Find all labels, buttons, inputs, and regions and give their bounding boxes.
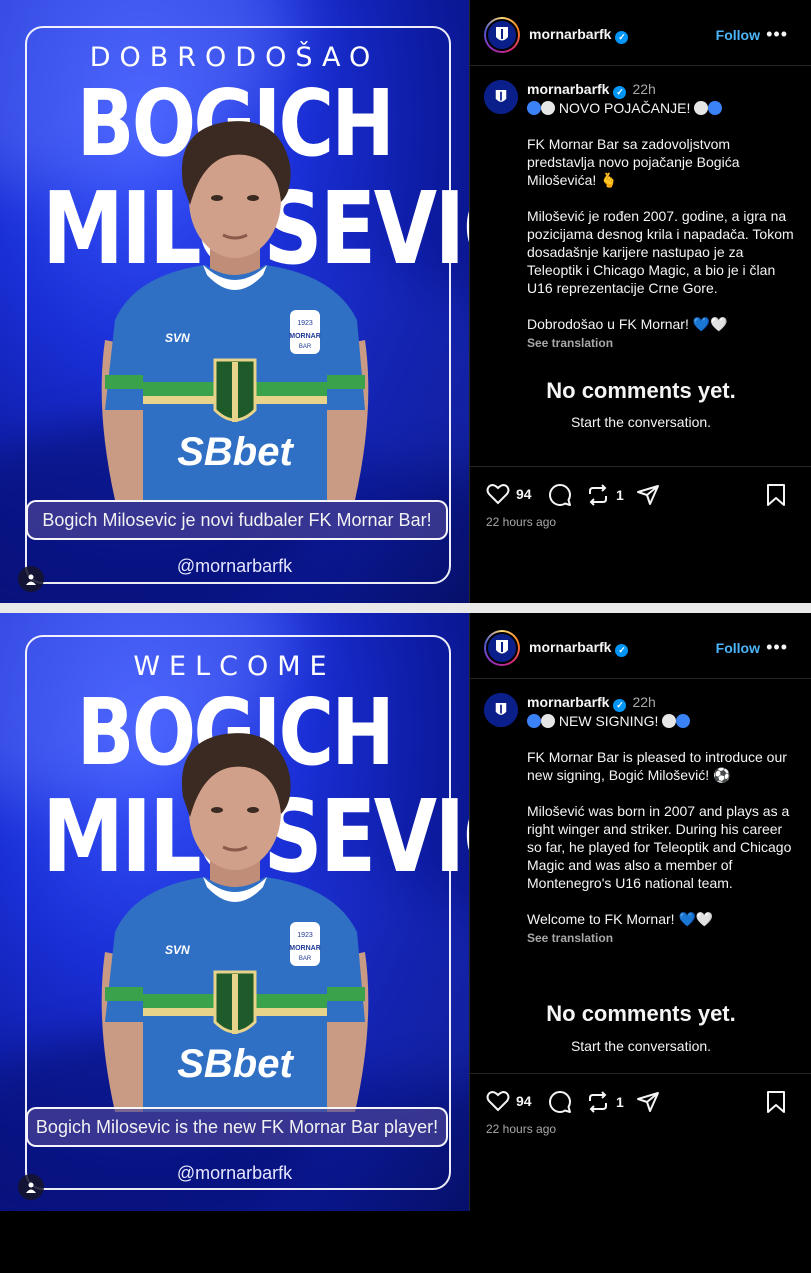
image-kicker: DOBRODOŠAO bbox=[89, 42, 380, 73]
crest-city: BAR bbox=[299, 344, 312, 350]
image-handle-tag: @mornarbarfk bbox=[176, 556, 293, 576]
more-icon[interactable]: ••• bbox=[766, 24, 788, 45]
crest-year: 1923 bbox=[297, 932, 313, 939]
account-avatar[interactable] bbox=[484, 17, 520, 53]
repost-count: 1 bbox=[616, 487, 624, 503]
player-photo: 1923 MORNAR BAR SVN SBbet bbox=[95, 721, 375, 1113]
bookmark-icon bbox=[767, 1091, 785, 1113]
image-handle-tag: @mornarbarfk bbox=[176, 1163, 293, 1183]
caption-time: 22h bbox=[632, 694, 656, 710]
see-translation-link[interactable]: See translation bbox=[527, 929, 799, 947]
jersey-sponsor: SBbet bbox=[177, 1042, 294, 1086]
player-photo: 1923 MORNAR BAR SVN SBbet bbox=[95, 110, 375, 500]
caption-paragraph-3: Dobrodošao u FK Mornar! 💙🤍 bbox=[527, 316, 728, 332]
caption-avatar[interactable] bbox=[484, 80, 518, 114]
verified-icon: ✓ bbox=[613, 699, 627, 712]
user-tag-icon[interactable] bbox=[18, 566, 44, 592]
bookmark-icon bbox=[767, 484, 785, 506]
share-icon bbox=[637, 485, 659, 505]
post-header: mornarbarfk ✓ Follow ••• bbox=[470, 0, 811, 66]
repost-icon bbox=[589, 1091, 607, 1113]
caption-account[interactable]: mornarbarfk bbox=[527, 81, 609, 97]
comment-icon bbox=[549, 1091, 571, 1113]
jersey-brand: SVN bbox=[165, 331, 190, 345]
heart-icon bbox=[486, 1091, 510, 1112]
start-conversation-text: Start the conversation. bbox=[570, 1038, 712, 1054]
like-count: 94 bbox=[516, 486, 532, 502]
post-time-ago: 22 hours ago bbox=[486, 1122, 557, 1136]
jersey-sponsor: SBbet bbox=[177, 430, 294, 474]
crest-name: MORNAR bbox=[289, 945, 321, 952]
repost-count: 1 bbox=[616, 1094, 624, 1110]
verified-icon: ✓ bbox=[613, 86, 627, 99]
account-name[interactable]: mornarbarfk ✓ bbox=[529, 26, 629, 44]
post-header: mornarbarfk ✓ Follow ••• bbox=[470, 613, 811, 679]
caption-account[interactable]: mornarbarfk bbox=[527, 694, 609, 710]
start-conversation-text: Start the conversation. bbox=[570, 414, 712, 430]
share-button[interactable] bbox=[636, 483, 660, 507]
repost-icon bbox=[589, 484, 607, 506]
like-count: 94 bbox=[516, 1093, 532, 1109]
account-avatar[interactable] bbox=[484, 630, 520, 666]
crest-name: MORNAR bbox=[289, 333, 321, 340]
post-image[interactable]: WELCOME BOGICH MILOSEVIC 1923 MORNAR BAR bbox=[0, 613, 469, 1211]
jersey-brand: SVN bbox=[165, 943, 190, 957]
post-1: DOBRODOŠAO BOGICH MILOSEVIC bbox=[0, 0, 811, 603]
caption-paragraph-3: Welcome to FK Mornar! 💙🤍 bbox=[527, 911, 714, 927]
save-button[interactable] bbox=[766, 1090, 786, 1114]
like-button[interactable]: 94 bbox=[486, 1090, 532, 1112]
follow-button[interactable]: Follow bbox=[716, 27, 760, 43]
heart-icon bbox=[486, 484, 510, 505]
post-time-ago: 22 hours ago bbox=[486, 515, 557, 529]
image-caption-banner: Bogich Milosevic is the new FK Mornar Ba… bbox=[26, 1107, 448, 1147]
post-side-panel: mornarbarfk ✓ Follow ••• mornarbarfk ✓ 22h … bbox=[469, 613, 811, 1211]
more-icon[interactable]: ••• bbox=[766, 637, 788, 658]
repost-button[interactable]: 1 bbox=[586, 483, 624, 507]
comment-icon bbox=[549, 484, 571, 506]
caption-headline: NOVO POJAČANJE! bbox=[558, 100, 691, 116]
see-translation-link[interactable]: See translation bbox=[527, 334, 799, 352]
crest-city: BAR bbox=[299, 956, 312, 962]
like-button[interactable]: 94 bbox=[486, 483, 532, 505]
share-button[interactable] bbox=[636, 1090, 660, 1114]
image-caption-banner: Bogich Milosevic je novi fudbaler FK Mor… bbox=[26, 500, 448, 540]
caption-headline: NEW SIGNING! bbox=[558, 713, 659, 729]
caption-paragraph-2: Milošević je rođen 2007. godine, a igra … bbox=[527, 208, 794, 296]
caption-paragraph-2: Milošević was born in 2007 and plays as … bbox=[527, 803, 792, 891]
caption-paragraph-1: FK Mornar Bar is pleased to introduce ou… bbox=[527, 749, 787, 783]
comment-button[interactable] bbox=[548, 483, 572, 507]
verified-icon: ✓ bbox=[615, 644, 629, 657]
follow-button[interactable]: Follow bbox=[716, 640, 760, 656]
post-image[interactable]: DOBRODOŠAO BOGICH MILOSEVIC bbox=[0, 0, 469, 603]
crest-year: 1923 bbox=[297, 320, 313, 327]
user-tag-icon[interactable] bbox=[18, 1174, 44, 1200]
post-actions: 94 1 22 hours ago bbox=[470, 1073, 811, 1273]
verified-icon: ✓ bbox=[615, 31, 629, 44]
repost-button[interactable]: 1 bbox=[586, 1090, 624, 1114]
no-comments-title: No comments yet. bbox=[546, 378, 736, 403]
caption-paragraph-1: FK Mornar Bar sa zadovoljstvom predstavl… bbox=[527, 136, 740, 188]
caption-time: 22h bbox=[632, 81, 656, 97]
post-divider bbox=[0, 603, 811, 613]
account-name[interactable]: mornarbarfk ✓ bbox=[529, 639, 629, 657]
share-icon bbox=[637, 1092, 659, 1112]
post-side-panel: mornarbarfk ✓ Follow ••• mornarbarfk ✓ 22h … bbox=[469, 0, 811, 603]
comment-button[interactable] bbox=[548, 1090, 572, 1114]
post-2: WELCOME BOGICH MILOSEVIC 1923 MORNAR BAR bbox=[0, 613, 811, 1211]
no-comments-title: No comments yet. bbox=[546, 1001, 736, 1026]
image-kicker: WELCOME bbox=[133, 651, 336, 682]
save-button[interactable] bbox=[766, 483, 786, 507]
caption-avatar[interactable] bbox=[484, 693, 518, 727]
